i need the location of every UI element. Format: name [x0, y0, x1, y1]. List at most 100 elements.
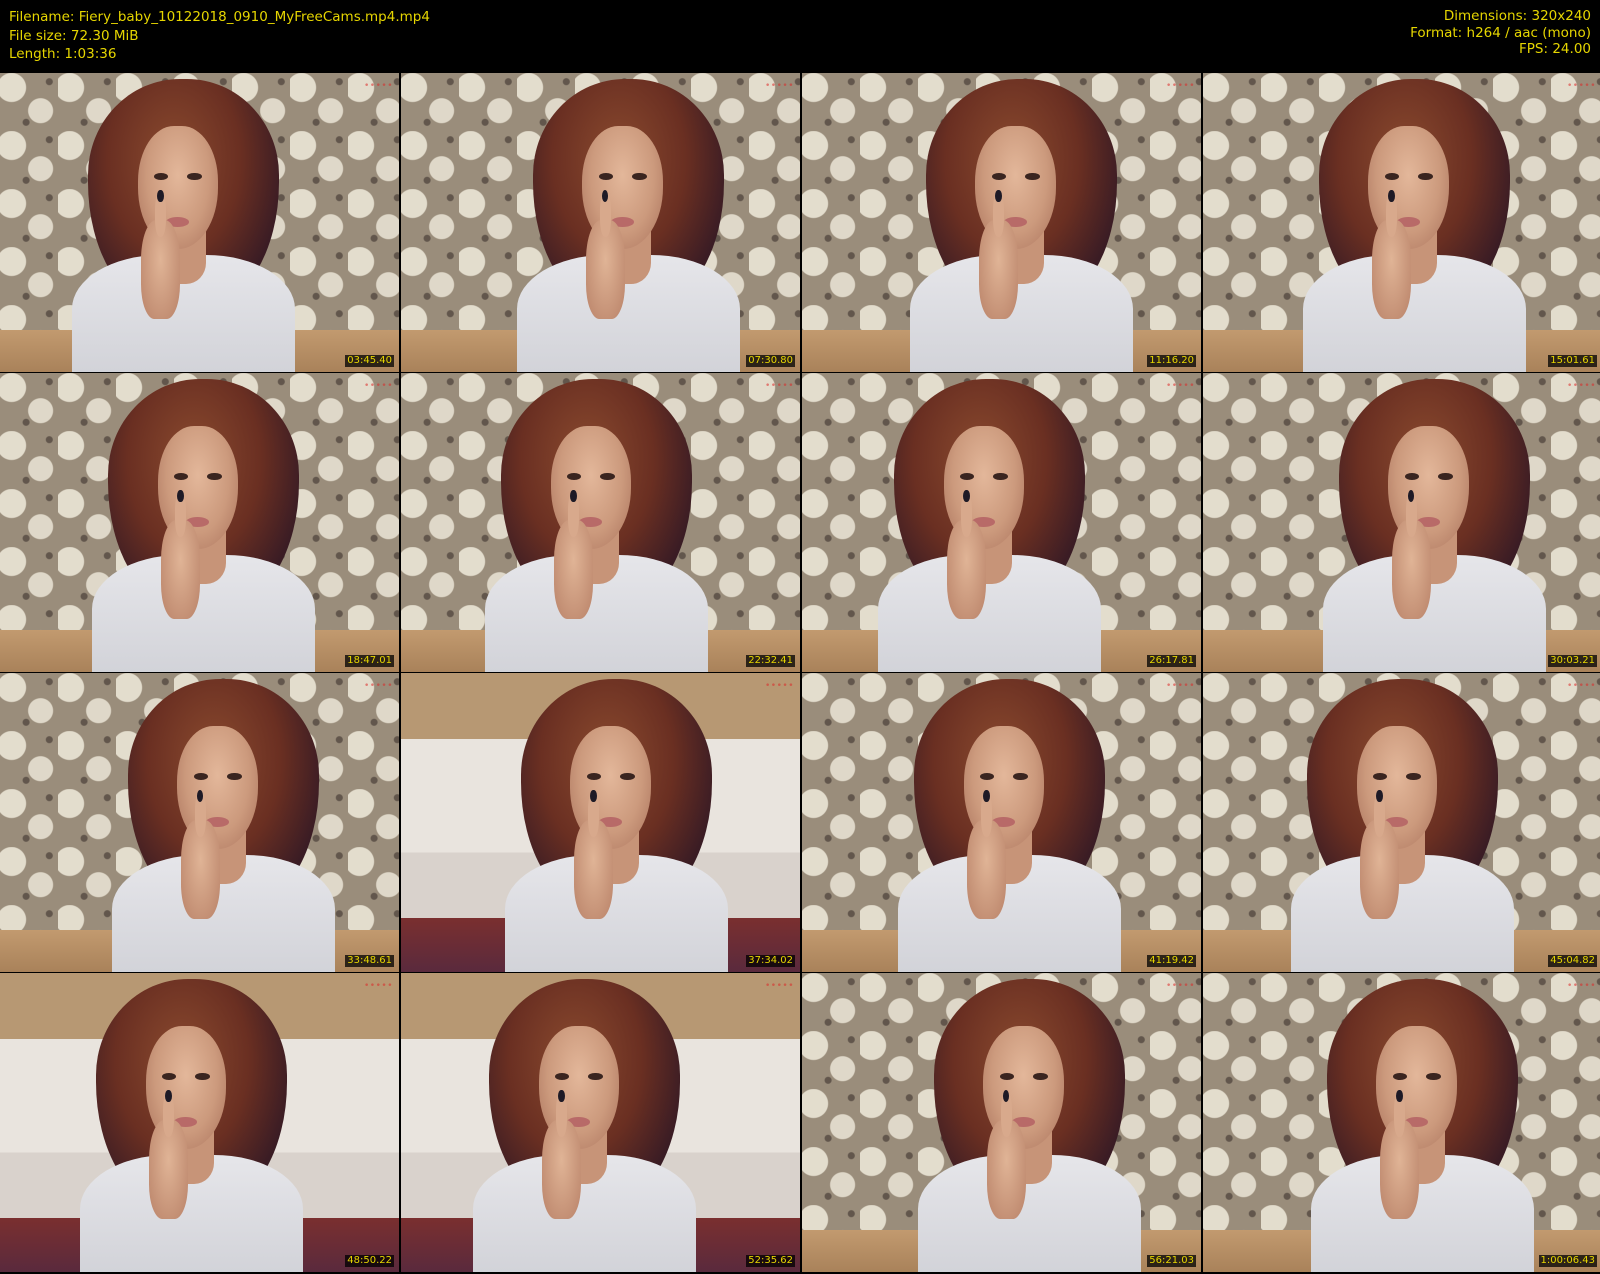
hand-shape	[979, 189, 1018, 320]
thumbnail-frame[interactable]: ••••• 07:30.80	[401, 73, 800, 372]
eye-shape	[632, 172, 647, 180]
eye-shape	[227, 772, 242, 780]
fingernail-shape	[590, 789, 597, 802]
thumbnail-frame[interactable]: ••••• 18:47.01	[0, 373, 399, 672]
person-figure	[918, 978, 1141, 1272]
thumbnail-frame[interactable]: ••••• 03:45.40	[0, 73, 399, 372]
thumbnail-frame[interactable]: ••••• 56:21.03	[802, 973, 1201, 1272]
hand-shape	[1360, 789, 1399, 920]
thumbnail-frame[interactable]: ••••• 22:32.41	[401, 373, 800, 672]
watermark-mark: •••••	[1566, 381, 1596, 391]
thumbnail-frame[interactable]: ••••• 30:03.21	[1203, 373, 1600, 672]
eye-shape	[999, 1072, 1014, 1080]
person-figure	[1323, 378, 1546, 672]
eye-shape	[1033, 1072, 1048, 1080]
frame-timestamp: 26:17.81	[1147, 655, 1196, 667]
frame-timestamp: 11:16.20	[1147, 355, 1196, 367]
eye-shape	[193, 772, 208, 780]
format-text: Format: h264 / aac (mono)	[1410, 24, 1591, 41]
thumbnail-frame[interactable]: ••••• 41:19.42	[802, 673, 1201, 972]
hand-shape	[554, 489, 593, 620]
fingernail-shape	[1396, 1089, 1403, 1102]
thumbnail-frame[interactable]: ••••• 1:00:06.43	[1203, 973, 1600, 1272]
fingernail-shape	[1388, 189, 1395, 202]
watermark-mark: •••••	[363, 81, 393, 91]
fingernail-shape	[983, 789, 990, 802]
frame-timestamp: 15:01.61	[1548, 355, 1597, 367]
watermark-mark: •••••	[1566, 81, 1596, 91]
hand-shape	[574, 789, 613, 920]
eye-shape	[173, 472, 189, 480]
thumbnail-frame[interactable]: ••••• 11:16.20	[802, 73, 1201, 372]
person-figure	[112, 678, 335, 972]
hand-shape	[181, 789, 220, 920]
file-info-right: Dimensions: 320x240 Format: h264 / aac (…	[1410, 8, 1591, 58]
frame-timestamp: 1:00:06.43	[1538, 1255, 1597, 1267]
eye-shape	[600, 472, 615, 480]
person-figure	[910, 78, 1133, 372]
eye-shape	[620, 772, 635, 780]
watermark-mark: •••••	[1165, 681, 1195, 691]
watermark-mark: •••••	[764, 681, 794, 691]
fps-text: FPS: 24.00	[1519, 41, 1591, 57]
eye-shape	[161, 1072, 177, 1080]
eye-shape	[153, 172, 169, 180]
person-figure	[1311, 978, 1534, 1272]
eye-shape	[993, 472, 1008, 480]
watermark-mark: •••••	[1566, 681, 1596, 691]
eye-shape	[554, 1072, 570, 1080]
eye-shape	[991, 172, 1007, 180]
thumbnail-grid: ••••• 03:45.40 ••••• 07:30.80 ••••• 11:16.20 •…	[0, 73, 1600, 1274]
hand-shape	[141, 189, 180, 320]
fingernail-shape	[558, 1089, 565, 1102]
eye-shape	[1384, 172, 1400, 180]
frame-timestamp: 07:30.80	[746, 355, 795, 367]
person-figure	[898, 678, 1121, 972]
person-figure	[485, 378, 708, 672]
frame-timestamp: 03:45.40	[345, 355, 394, 367]
frame-timestamp: 56:21.03	[1147, 1255, 1196, 1267]
eye-shape	[598, 172, 613, 180]
eye-shape	[195, 1072, 210, 1080]
contact-sheet-header: Filename: Fiery_baby_10122018_0910_MyFre…	[0, 0, 1600, 73]
person-figure	[92, 378, 315, 672]
frame-timestamp: 52:35.62	[746, 1255, 795, 1267]
eye-shape	[1438, 472, 1453, 480]
thumbnail-frame[interactable]: ••••• 33:48.61	[0, 673, 399, 972]
watermark-mark: •••••	[764, 981, 794, 991]
person-figure	[473, 978, 696, 1272]
hand-shape	[542, 1089, 581, 1220]
hand-shape	[987, 1089, 1026, 1220]
watermark-mark: •••••	[1165, 81, 1195, 91]
hand-shape	[161, 489, 200, 620]
file-info-left: Filename: Fiery_baby_10122018_0910_MyFre…	[9, 8, 430, 64]
thumbnail-frame[interactable]: ••••• 52:35.62	[401, 973, 800, 1272]
watermark-mark: •••••	[363, 981, 393, 991]
person-figure	[72, 78, 295, 372]
person-figure	[505, 678, 728, 972]
person-figure	[878, 378, 1101, 672]
thumbnail-frame[interactable]: ••••• 45:04.82	[1203, 673, 1600, 972]
fingernail-shape	[177, 489, 184, 502]
frame-timestamp: 41:19.42	[1147, 955, 1196, 967]
thumbnail-frame[interactable]: ••••• 15:01.61	[1203, 73, 1600, 372]
hand-shape	[586, 189, 625, 320]
thumbnail-frame[interactable]: ••••• 37:34.02	[401, 673, 800, 972]
watermark-mark: •••••	[764, 381, 794, 391]
fingernail-shape	[963, 489, 970, 502]
eye-shape	[1392, 1072, 1408, 1080]
thumbnail-frame[interactable]: ••••• 48:50.22	[0, 973, 399, 1272]
frame-timestamp: 45:04.82	[1548, 955, 1597, 967]
person-figure	[1303, 78, 1526, 372]
eye-shape	[187, 172, 202, 180]
hand-shape	[1392, 489, 1431, 620]
watermark-mark: •••••	[1566, 981, 1596, 991]
dimensions-text: Dimensions: 320x240	[1443, 8, 1591, 24]
eye-shape	[566, 472, 582, 480]
frame-timestamp: 22:32.41	[746, 655, 795, 667]
hand-shape	[967, 789, 1006, 920]
eye-shape	[1013, 772, 1028, 780]
thumbnail-frame[interactable]: ••••• 26:17.81	[802, 373, 1201, 672]
hand-shape	[1380, 1089, 1419, 1220]
frame-timestamp: 30:03.21	[1548, 655, 1597, 667]
